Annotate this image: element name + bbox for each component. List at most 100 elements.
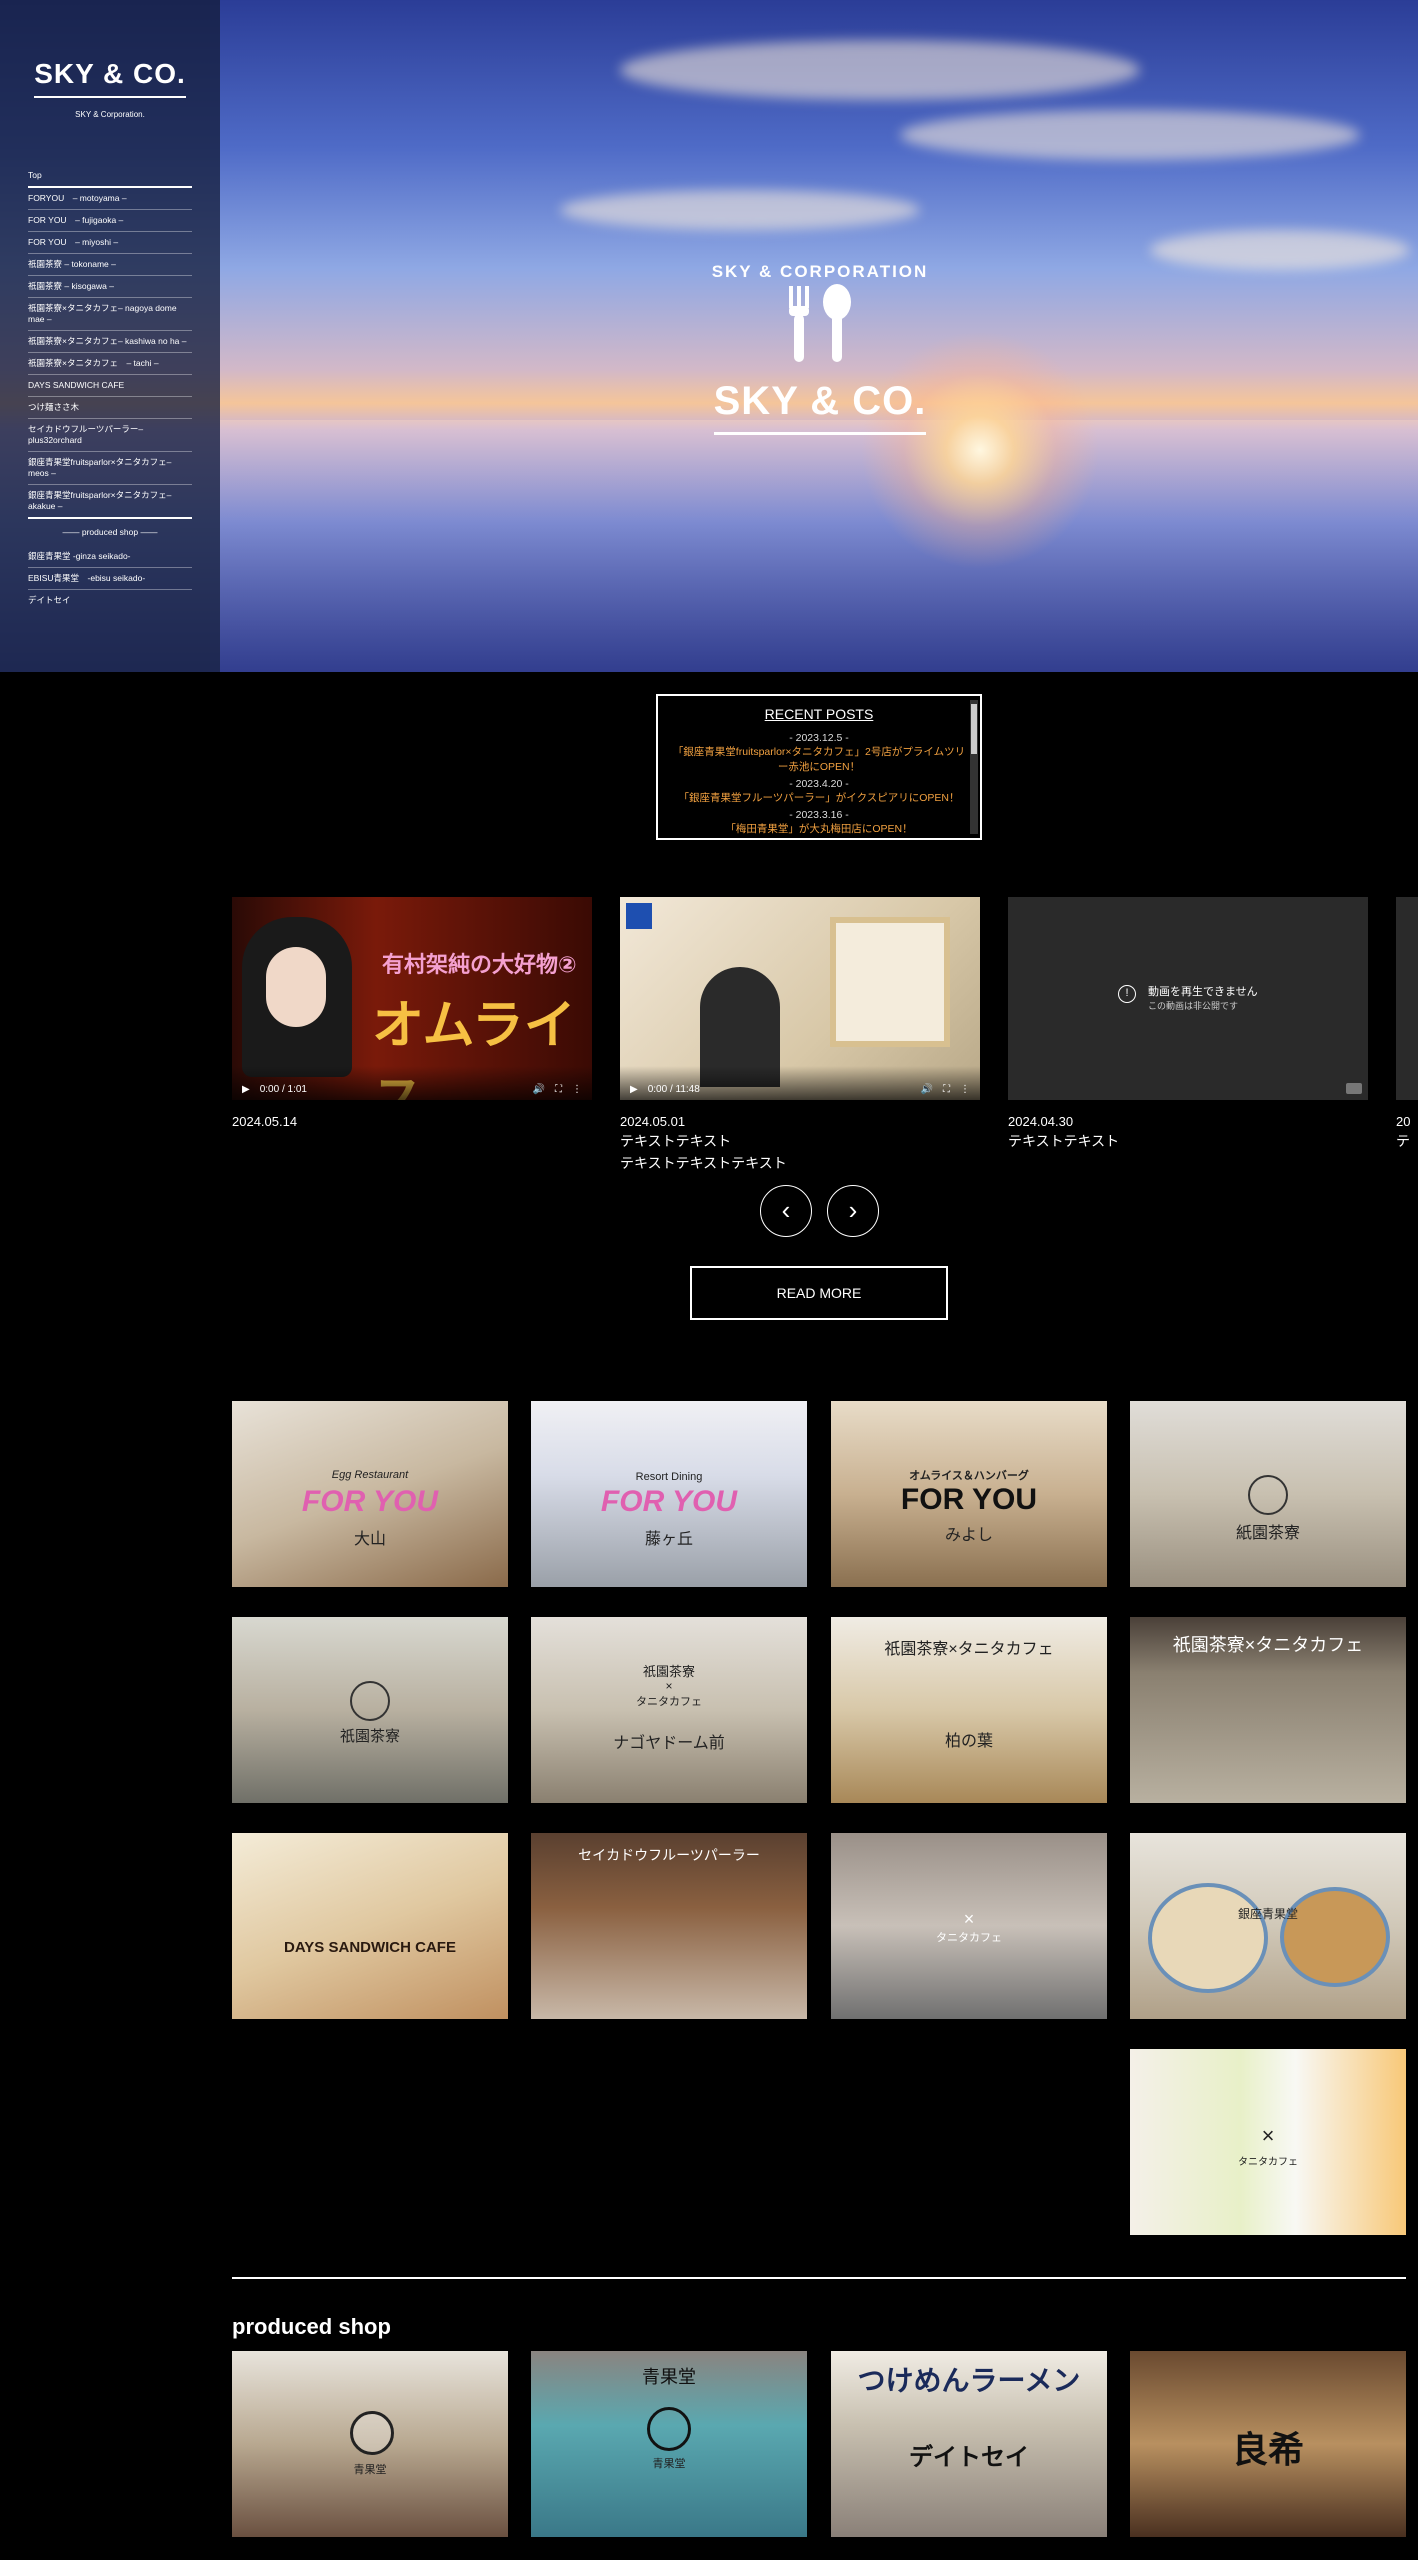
shop-tile[interactable]: 祇園茶寮 bbox=[232, 1617, 508, 1803]
shop-tile[interactable]: 祇園茶寮 × タニタカフェ ナゴヤドーム前 bbox=[531, 1617, 807, 1803]
soup-bowl-image bbox=[1280, 1887, 1390, 1987]
video-error-detail: この動画は非公開です bbox=[1148, 1001, 1239, 1011]
shop-tile-location: 藤ヶ丘 bbox=[644, 1531, 693, 1548]
shop-tile-subtitle: Resort Dining bbox=[635, 1471, 703, 1483]
post-link[interactable]: 「銀座青果堂fruitsparlor×タニタカフェ」2号店がプライムツリー赤池に… bbox=[668, 744, 970, 774]
section-divider bbox=[232, 2277, 1406, 2279]
nav-item[interactable]: つけ麺ささ木 bbox=[28, 397, 192, 419]
nav-item[interactable]: FOR YOU – miyoshi – bbox=[28, 232, 192, 254]
shop-tile[interactable]: Egg Restaurant FOR YOU 大山 bbox=[232, 1401, 508, 1587]
shop-tile[interactable]: Resort Dining FOR YOU 藤ヶ丘 bbox=[531, 1401, 807, 1587]
hero-brand-name: SKY & CO. bbox=[713, 379, 927, 435]
video-controls[interactable]: ▶ 0:00 / 11:48 🔊 ⛶ ⋮ bbox=[620, 1066, 980, 1100]
video-carousel: 有村架純の大好物② オムライス ▶ 0:00 / 1:01🔊 ⛶ ⋮ 2024.… bbox=[232, 897, 1418, 1177]
post-link[interactable]: 「銀座青果堂フルーツパーラー」がイクスピアリにOPEN！ bbox=[668, 790, 970, 805]
recent-posts-box: RECENT POSTS - 2023.12.5 - 「銀座青果堂fruitsp… bbox=[656, 694, 982, 840]
produced-shop-tile[interactable]: つけめんラーメン デイトセイ bbox=[831, 2351, 1107, 2537]
video-controls[interactable]: ▶ 0:00 / 1:01 🔊 ⛶ ⋮ bbox=[232, 1066, 592, 1100]
nav-item-top[interactable]: Top bbox=[28, 165, 192, 188]
shop-tile-title: 青果堂 bbox=[353, 2464, 387, 2476]
brand-logo[interactable]: SKY & CO. bbox=[34, 58, 186, 98]
produced-shop-tile[interactable]: 良希 bbox=[1130, 2351, 1406, 2537]
video-player-unavailable[interactable]: ! 動画を再生できません この動画は非公開です bbox=[1008, 897, 1368, 1100]
shop-tile[interactable]: × タニタカフェ bbox=[1130, 2049, 1406, 2235]
nav-item[interactable]: FOR YOU – fujigaoka – bbox=[28, 210, 192, 232]
shop-tile-title: × bbox=[1261, 2123, 1275, 2148]
video-text: テキストテキストテキスト bbox=[620, 1155, 787, 1171]
video-player[interactable] bbox=[1396, 897, 1418, 1100]
nav-section-produced-shop: —— produced shop —— bbox=[62, 527, 158, 537]
shop-tile-title: 青果堂 bbox=[652, 2458, 686, 2470]
video-player[interactable]: ▶ 0:00 / 11:48 🔊 ⛶ ⋮ bbox=[620, 897, 980, 1100]
nav-item[interactable]: 銀座青果堂fruitsparlor×タニタカフェ– meos – bbox=[28, 452, 192, 485]
nav-item[interactable]: 祇園茶寮 – tokoname – bbox=[28, 254, 192, 276]
tea-logo-icon bbox=[1248, 1475, 1288, 1515]
sidebar: SKY & CO. SKY & Corporation. Top FORYOU … bbox=[0, 0, 220, 672]
produced-shop-tile[interactable]: 青果堂 青果堂 bbox=[531, 2351, 807, 2537]
nav-item[interactable]: 祇園茶寮×タニタカフェ– nagoya dome mae – bbox=[28, 298, 192, 331]
post-link[interactable]: 「梅田青果堂」が大丸梅田店にOPEN！ bbox=[668, 821, 970, 836]
shop-tile-title: 祇園茶寮 bbox=[642, 1664, 695, 1679]
shop-logo-icon bbox=[647, 2407, 691, 2451]
alert-icon: ! bbox=[1118, 985, 1136, 1003]
video-text: テキストテキスト bbox=[620, 1133, 732, 1149]
video-date: 2024.05.14 bbox=[232, 1114, 298, 1129]
hero-logo: SKY & CORPORATION SKY & CO. bbox=[690, 262, 950, 435]
shop-tile[interactable]: 紙園茶寮 bbox=[1130, 1401, 1406, 1587]
shop-tile[interactable]: × タニタカフェ bbox=[831, 1833, 1107, 2019]
hero-banner: SKY & CORPORATION SKY & CO. SKY & CO. SK… bbox=[0, 0, 1418, 672]
shop-tile-title: DAYS SANDWICH CAFE bbox=[284, 1939, 456, 1956]
shop-tile-title: FOR YOU bbox=[301, 1485, 439, 1518]
brand-subtitle: SKY & Corporation. bbox=[75, 110, 145, 119]
fork-spoon-icon bbox=[789, 284, 851, 362]
shop-tile-location: 大山 bbox=[353, 1531, 386, 1548]
video-date: 2024.04.30 bbox=[1008, 1114, 1074, 1129]
shop-tile[interactable]: 祇園茶寮×タニタカフェ 柏の葉 bbox=[831, 1617, 1107, 1803]
scrollbar[interactable] bbox=[970, 700, 978, 834]
shop-tile[interactable]: 銀座青果堂 bbox=[1130, 1833, 1406, 2019]
sidebar-nav: Top FORYOU – motoyama – FOR YOU – fujiga… bbox=[28, 165, 192, 611]
read-more-button[interactable]: READ MORE bbox=[690, 1266, 948, 1320]
youtube-icon[interactable] bbox=[1346, 1083, 1362, 1094]
shop-tile-title: タニタカフェ bbox=[936, 1932, 1002, 1944]
nav-item[interactable]: 祇園茶寮×タニタカフェ – tachi – bbox=[28, 353, 192, 375]
face-image bbox=[266, 947, 326, 1027]
nav-item[interactable]: 祇園茶寮×タニタカフェ– kashiwa no ha – bbox=[28, 331, 192, 353]
shop-logo-icon bbox=[350, 2411, 394, 2455]
carousel-next-button[interactable]: › bbox=[827, 1185, 879, 1237]
brand[interactable]: SKY & CO. SKY & Corporation. bbox=[28, 58, 192, 119]
carousel-prev-button[interactable]: ‹ bbox=[760, 1185, 812, 1237]
cloud bbox=[1150, 230, 1410, 270]
video-card: ▶ 0:00 / 11:48 🔊 ⛶ ⋮ 2024.05.01 テキストテキスト … bbox=[620, 897, 980, 1173]
shop-tile-title: デイトセイ bbox=[909, 2444, 1029, 2471]
chevron-right-icon: › bbox=[848, 1195, 858, 1225]
shop-tile[interactable]: 祇園茶寮×タニタカフェ bbox=[1130, 1617, 1406, 1803]
shop-tile[interactable]: セイカドウフルーツパーラー bbox=[531, 1833, 807, 2019]
produced-shop-tile[interactable]: 青果堂 bbox=[232, 2351, 508, 2537]
shop-tile-title: セイカドウフルーツパーラー bbox=[578, 1847, 760, 1863]
shop-tile[interactable]: オムライス＆ハンバーグ FOR YOU みよし bbox=[831, 1401, 1107, 1587]
post-date: - 2023.12.5 - bbox=[789, 732, 849, 744]
nav-item[interactable]: 銀座青果堂 -ginza seikado- bbox=[28, 546, 192, 568]
shop-tile-title: 祇園茶寮×タニタカフェ bbox=[884, 1641, 1054, 1658]
nav-item[interactable]: デイトセイ bbox=[28, 590, 192, 611]
cloud bbox=[560, 190, 920, 230]
nav-item[interactable]: FORYOU – motoyama – bbox=[28, 188, 192, 210]
video-date: 2024.05.01 bbox=[620, 1114, 686, 1129]
shop-tile-title: × bbox=[665, 1679, 673, 1693]
nav-item[interactable]: EBISU青果堂 -ebisu seikado- bbox=[28, 568, 192, 590]
post-date: - 2023.3.16 - bbox=[789, 809, 849, 821]
video-player[interactable]: 有村架純の大好物② オムライス ▶ 0:00 / 1:01🔊 ⛶ ⋮ bbox=[232, 897, 592, 1100]
shop-tile-location: みよし bbox=[944, 1527, 993, 1544]
shop-tile[interactable]: DAYS SANDWICH CAFE bbox=[232, 1833, 508, 2019]
nav-item[interactable]: 祇園茶寮 – kisogawa – bbox=[28, 276, 192, 298]
nav-item[interactable]: DAYS SANDWICH CAFE bbox=[28, 375, 192, 397]
shop-tile-title: FOR YOU bbox=[900, 1483, 1038, 1516]
hero-arc-text: SKY & CORPORATION bbox=[711, 262, 929, 281]
channel-logo-icon bbox=[626, 903, 652, 929]
video-card: ! 動画を再生できません この動画は非公開です 2024.04.30 テキストテ… bbox=[1008, 897, 1368, 1151]
nav-item[interactable]: セイカドウフルーツパーラー– plus32orchard bbox=[28, 419, 192, 452]
nav-item[interactable]: 銀座青果堂fruitsparlor×タニタカフェ– akakue – bbox=[28, 485, 192, 519]
chevron-left-icon: ‹ bbox=[781, 1195, 791, 1225]
shop-tile-title: 良希 bbox=[1231, 2429, 1304, 2470]
